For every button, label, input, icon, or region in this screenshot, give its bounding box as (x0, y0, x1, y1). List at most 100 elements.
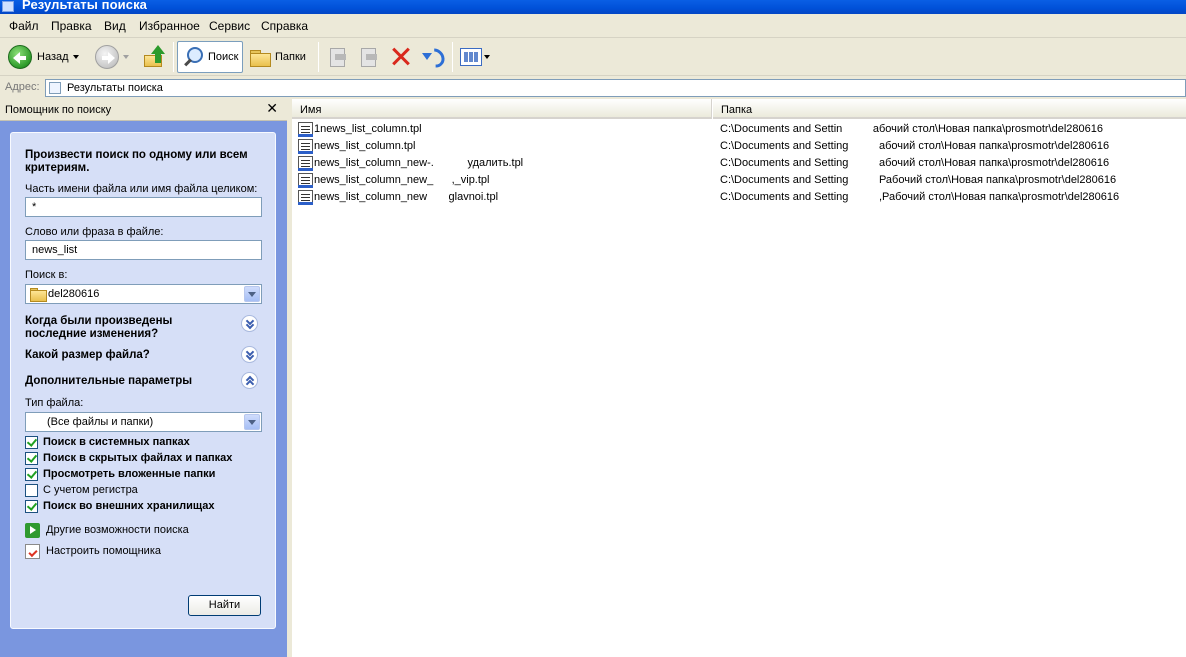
results-list: Имя Папка 1news_list_column.tpl C:\Docum… (292, 99, 1186, 657)
file-name: news_list_column_new glavnoi.tpl (314, 191, 499, 203)
option-hidden-files-label[interactable]: Поиск в скрытых файлах и папках (43, 452, 232, 464)
address-label: Адрес: (5, 81, 40, 93)
file-folder: C:\Documents and Settin абочий стол\Нова… (720, 123, 1103, 135)
delete-icon (389, 45, 413, 69)
toolbar-separator (318, 42, 319, 72)
list-item[interactable]: news_list_column_new_ ,_vip.tpl C:\Docum… (292, 172, 1186, 189)
file-name: news_list_column_new_ ,_vip.tpl (314, 174, 490, 186)
file-folder: C:\Documents and Setting Рабочий стол\Но… (720, 174, 1117, 186)
file-folder: C:\Documents and Setting ,Рабочий стол\Н… (720, 191, 1120, 203)
checkbox-case-sensitive[interactable] (25, 484, 38, 497)
menu-bar: Файл Правка Вид Избранное Сервис Справка (0, 14, 1186, 38)
checkbox-hidden-files[interactable] (25, 452, 38, 465)
search-heading: Произвести поиск по одному или всем крит… (25, 149, 248, 174)
back-button[interactable]: Назад (8, 41, 79, 73)
option-case-sensitive-label[interactable]: С учетом регистра (43, 484, 138, 496)
list-item[interactable]: 1news_list_column.tpl C:\Documents and S… (292, 121, 1186, 138)
up-button[interactable] (143, 41, 167, 73)
text-file-icon (298, 122, 313, 137)
move-to-button[interactable] (326, 41, 348, 73)
filetype-value: (Все файлы и папки) (47, 416, 154, 428)
folders-label: Папки (275, 51, 306, 63)
filetype-label: Тип файла: (25, 397, 84, 409)
column-name-label: Имя (300, 104, 322, 116)
find-button[interactable]: Найти (188, 595, 261, 616)
column-header-name[interactable]: Имя (292, 99, 712, 119)
views-button[interactable] (460, 41, 490, 73)
toolbar-separator (452, 42, 453, 72)
option-tape-backup-label[interactable]: Поиск во внешних хранилищах (43, 500, 215, 512)
dropdown-arrow-icon[interactable] (244, 286, 260, 302)
search-button[interactable]: Поиск (177, 41, 244, 73)
list-item[interactable]: news_list_column_new-. удалить.tpl C:\Do… (292, 155, 1186, 172)
folder-icon (30, 288, 47, 302)
checkbox-system-folders[interactable] (25, 436, 38, 449)
option-subfolders-label[interactable]: Просмотреть вложенные папки (43, 468, 215, 480)
expand-chevron-icon[interactable] (241, 315, 258, 332)
window-title: Результаты поиска (22, 0, 148, 12)
phrase-input[interactable]: news_list (25, 240, 262, 260)
collapse-chevron-icon[interactable] (241, 372, 258, 389)
list-item[interactable]: news_list_column.tpl C:\Documents and Se… (292, 138, 1186, 155)
text-file-icon (298, 190, 313, 205)
address-input[interactable]: Результаты поиска (45, 79, 1186, 97)
filetype-select[interactable]: (Все файлы и папки) (25, 412, 262, 432)
forward-dropdown-icon[interactable] (123, 55, 129, 59)
menu-edit[interactable]: Правка (51, 19, 92, 33)
search-companion-title: Помощник по поиску (5, 104, 112, 116)
search-label: Поиск (208, 51, 239, 63)
search-companion-header: Помощник по поиску ✕ (0, 99, 287, 121)
menu-favorites[interactable]: Избранное (139, 19, 200, 33)
text-file-icon (298, 156, 313, 171)
dropdown-arrow-icon[interactable] (244, 414, 260, 430)
undo-icon (421, 45, 445, 69)
lookin-label: Поиск в: (25, 269, 68, 281)
menu-help[interactable]: Справка (261, 19, 308, 33)
filename-input[interactable]: * (25, 197, 262, 217)
undo-button[interactable] (421, 41, 445, 73)
list-item[interactable]: news_list_column_new glavnoi.tpl C:\Docu… (292, 189, 1186, 206)
customize-assistant-link[interactable]: Настроить помощника (46, 545, 161, 557)
close-icon[interactable]: ✕ (266, 100, 278, 117)
lookin-select[interactable]: del280616 (25, 284, 262, 304)
title-bar: Результаты поиска (0, 0, 1186, 14)
file-name: news_list_column.tpl (314, 140, 416, 152)
back-arrow-icon (8, 45, 32, 69)
section-modified[interactable]: Когда были произведены последние изменен… (25, 315, 225, 341)
text-file-icon (298, 173, 313, 188)
checkbox-subfolders[interactable] (25, 468, 38, 481)
views-icon (460, 48, 482, 66)
forward-arrow-icon (95, 45, 119, 69)
views-dropdown-icon[interactable] (484, 55, 490, 59)
folders-button[interactable]: Папки (249, 41, 306, 73)
copy-to-button[interactable] (357, 41, 379, 73)
address-value: Результаты поиска (67, 82, 163, 94)
lookin-value: del280616 (48, 288, 100, 300)
search-icon (182, 46, 204, 68)
menu-file[interactable]: Файл (9, 19, 39, 33)
search-criteria-panel: Произвести поиск по одному или всем крит… (10, 132, 276, 629)
option-system-folders-label[interactable]: Поиск в системных папках (43, 436, 190, 448)
window-icon[interactable] (2, 1, 14, 12)
section-advanced[interactable]: Дополнительные параметры (25, 375, 225, 388)
toolbar: Назад Поиск Папки (0, 38, 1186, 76)
menu-tools[interactable]: Сервис (209, 19, 250, 33)
forward-button[interactable] (95, 41, 129, 73)
go-arrow-icon (25, 523, 40, 538)
search-companion-pane: Помощник по поиску ✕ Произвести поиск по… (0, 99, 287, 657)
expand-chevron-icon[interactable] (241, 346, 258, 363)
back-dropdown-icon[interactable] (72, 55, 79, 59)
checkbox-tape-backup[interactable] (25, 500, 38, 513)
menu-view[interactable]: Вид (104, 19, 126, 33)
other-search-options-link[interactable]: Другие возможности поиска (46, 524, 189, 536)
back-label: Назад (37, 51, 69, 63)
file-name: 1news_list_column.tpl (314, 123, 422, 135)
section-size[interactable]: Какой размер файла? (25, 349, 225, 362)
column-header-folder[interactable]: Папка (713, 99, 1186, 119)
folder-up-icon (143, 45, 167, 69)
move-to-icon (326, 46, 348, 68)
delete-button[interactable] (389, 41, 413, 73)
phrase-label: Слово или фраза в файле: (25, 226, 164, 238)
file-folder: C:\Documents and Setting абочий стол\Нов… (720, 140, 1110, 152)
toolbar-separator (173, 42, 174, 72)
